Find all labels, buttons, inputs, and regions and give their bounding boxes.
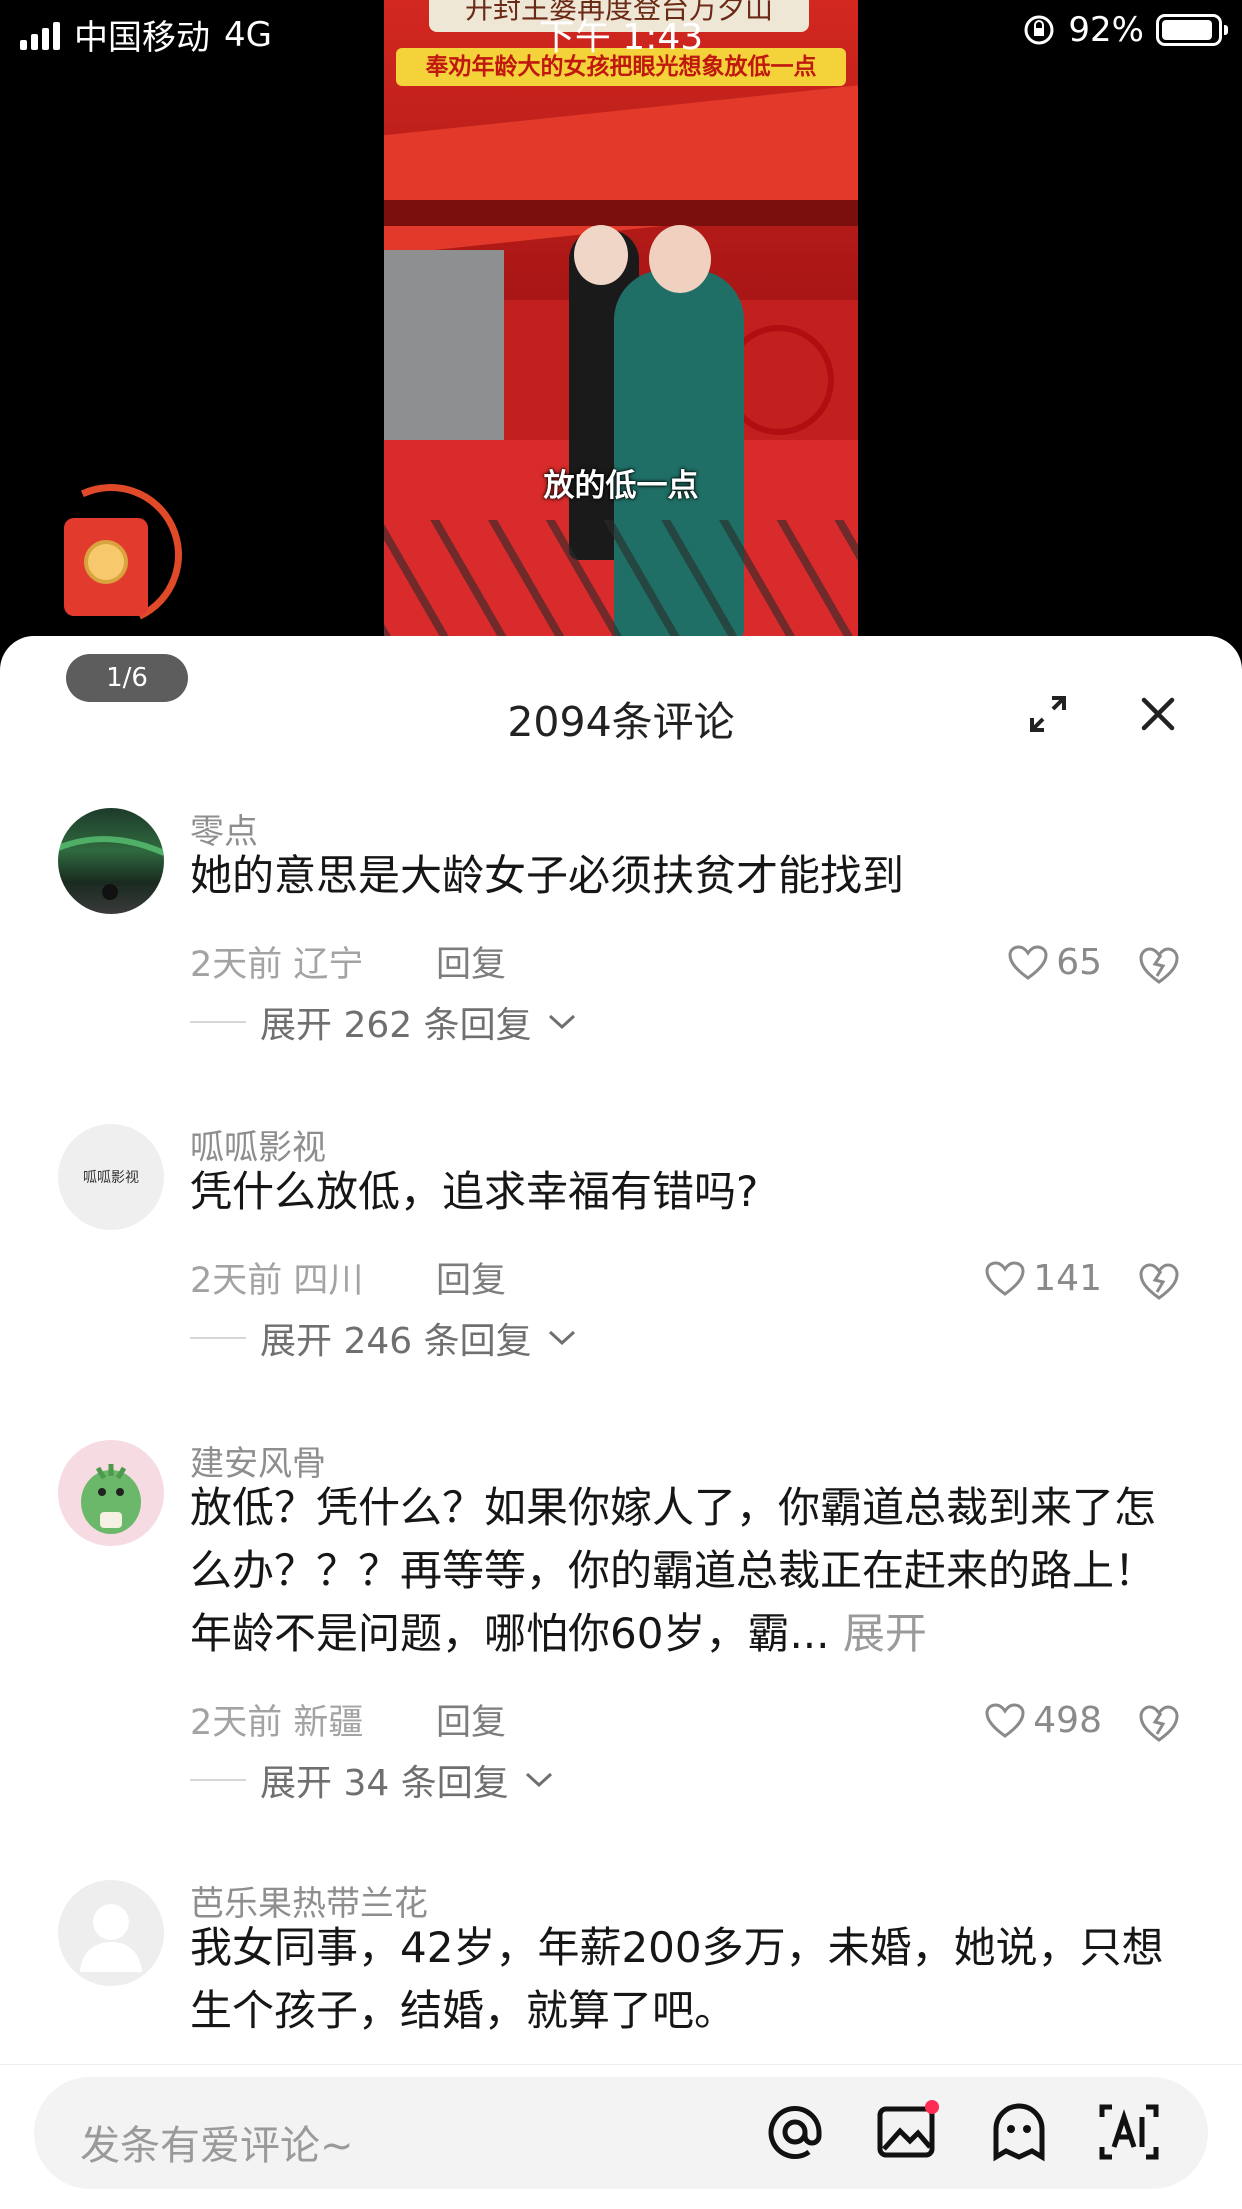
expand-replies[interactable]: 展开 34 条回复	[190, 1754, 555, 1806]
ai-icon[interactable]	[1096, 2099, 1162, 2165]
comment-meta: 2天前 新疆	[190, 1703, 364, 1743]
comments-sheet: 2094条评论 零点 她的意思是大龄女子必须扶贫才能找到 2天前 辽宁 回复 6…	[0, 636, 1242, 2208]
red-packet-icon[interactable]	[64, 518, 148, 616]
comment-input-placeholder: 发条有爱评论~	[80, 2123, 354, 2169]
reply-button[interactable]: 回复	[436, 936, 506, 987]
battery-icon	[1156, 14, 1228, 46]
comment-text-body: 放低？凭什么？如果你嫁人了，你霸道总裁到来了怎么办？？？再等等，你的霸道总裁正在…	[190, 1483, 1157, 1658]
heart-icon	[985, 1260, 1025, 1296]
comment-text[interactable]: 我女同事，42岁，年薪200多万，未婚，她说，只想生个孩子，结婚，就算了吧。	[190, 1916, 1190, 2042]
heart-icon	[1008, 944, 1048, 980]
expand-replies-label: 展开 246 条回复	[260, 1321, 532, 1362]
expand-replies-label: 展开 262 条回复	[260, 1005, 532, 1046]
reply-button[interactable]: 回复	[436, 1252, 506, 1303]
chevron-down-icon	[548, 1014, 575, 1030]
dislike-icon[interactable]	[1138, 944, 1180, 986]
comment-meta: 2天前 辽宁	[190, 945, 364, 985]
comment-text[interactable]: 放低？凭什么？如果你嫁人了，你霸道总裁到来了怎么办？？？再等等，你的霸道总裁正在…	[190, 1476, 1190, 1665]
video-player[interactable]: 开封王婆再度登台万夕山 奉劝年龄大的女孩把眼光想象放低一点 放的低一点	[384, 0, 858, 640]
dislike-icon[interactable]	[1138, 1702, 1180, 1744]
chevron-down-icon	[548, 1330, 575, 1346]
expand-text-link[interactable]: 展开	[843, 1609, 927, 1658]
avatar[interactable]	[58, 1440, 164, 1546]
dislike-icon[interactable]	[1138, 1260, 1180, 1302]
avatar[interactable]	[58, 1880, 164, 1986]
avatar[interactable]: 呱呱影视	[58, 1124, 164, 1230]
close-icon[interactable]	[1136, 692, 1180, 736]
like-count: 498	[1033, 1700, 1102, 1741]
like-button[interactable]: 141	[985, 1258, 1102, 1299]
expand-replies[interactable]: 展开 246 条回复	[190, 1312, 578, 1364]
avatar[interactable]	[58, 808, 164, 914]
heart-icon	[985, 1702, 1025, 1738]
comment-text[interactable]: 凭什么放低，追求幸福有错吗?	[190, 1160, 1190, 1223]
battery-percent: 92%	[1068, 10, 1144, 50]
emoji-icon[interactable]	[986, 2099, 1052, 2165]
image-icon[interactable]	[874, 2099, 940, 2165]
like-button[interactable]: 65	[1008, 942, 1102, 983]
expand-replies[interactable]: 展开 262 条回复	[190, 996, 578, 1048]
at-icon[interactable]	[762, 2099, 828, 2165]
like-button[interactable]: 498	[985, 1700, 1102, 1741]
reply-button[interactable]: 回复	[436, 1694, 506, 1745]
video-subtitle: 放的低一点	[543, 468, 699, 504]
comment-text[interactable]: 她的意思是大龄女子必须扶贫才能找到	[190, 844, 1190, 907]
expand-icon[interactable]	[1026, 692, 1070, 736]
comment-meta: 2天前 四川	[190, 1261, 364, 1301]
page-indicator: 1/6	[66, 654, 188, 702]
status-bar: 中国移动 4G 下午 1:43 92%	[0, 0, 1242, 64]
like-count: 141	[1033, 1258, 1102, 1299]
avatar-text: 呱呱影视	[83, 1170, 139, 1186]
rotation-lock-icon	[1024, 15, 1054, 45]
chevron-down-icon	[525, 1772, 552, 1788]
comment-input-bar: 发条有爱评论~	[0, 2064, 1242, 2209]
expand-replies-label: 展开 34 条回复	[260, 1763, 509, 1804]
like-count: 65	[1056, 942, 1102, 983]
